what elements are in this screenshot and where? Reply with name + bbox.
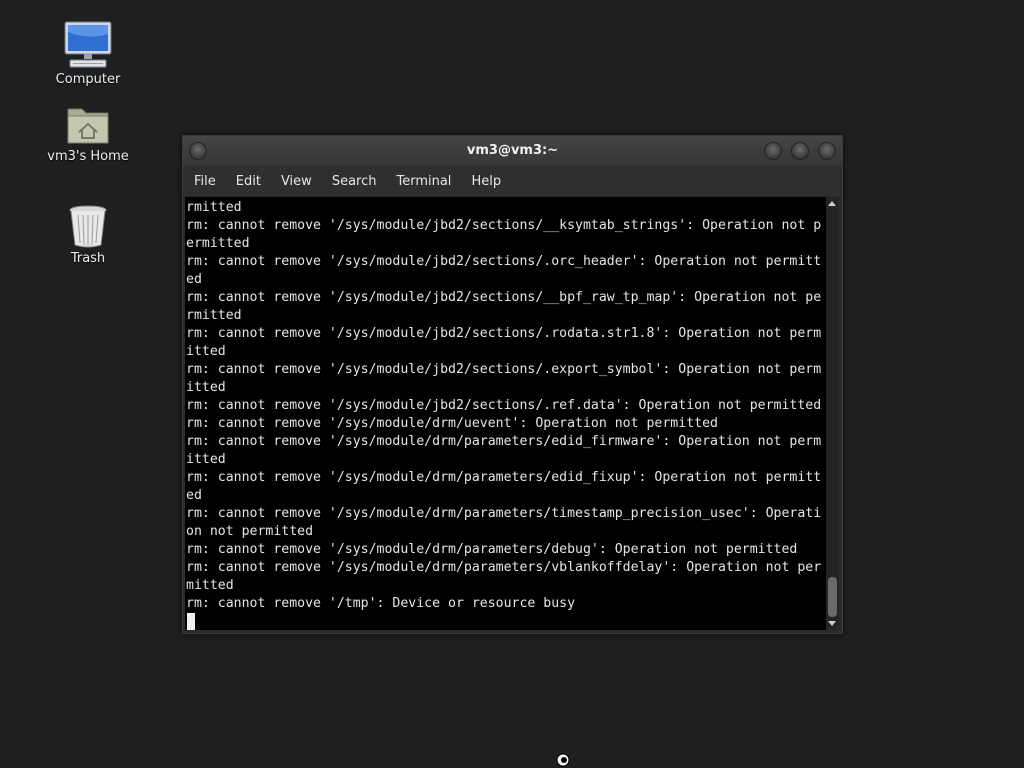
terminal-line: mitted <box>186 578 234 593</box>
window-title: vm3@vm3:~ <box>466 143 559 158</box>
desktop: Computer vm3's Home Trash vm3@vm3:~ File… <box>0 0 1024 768</box>
terminal-line: rmitted <box>186 308 242 323</box>
terminal-line: rm: cannot remove '/sys/module/jbd2/sect… <box>186 362 822 377</box>
scroll-up-arrow-icon[interactable] <box>828 201 836 206</box>
desktop-icon-label: Computer <box>55 72 121 87</box>
terminal-line: rm: cannot remove '/sys/module/jbd2/sect… <box>186 254 822 269</box>
terminal-line: rm: cannot remove '/sys/module/drm/ueven… <box>186 416 718 431</box>
terminal-line: rm: cannot remove '/sys/module/drm/param… <box>186 506 822 521</box>
desktop-icon-computer[interactable]: Computer <box>38 20 138 87</box>
terminal-line: ed <box>186 272 202 287</box>
busy-pointer-icon <box>556 753 570 767</box>
desktop-icon-label: vm3's Home <box>47 149 129 164</box>
computer-icon <box>64 21 112 68</box>
terminal-line: rm: cannot remove '/sys/module/jbd2/sect… <box>186 326 822 341</box>
terminal-output[interactable]: rmitted rm: cannot remove '/sys/module/j… <box>185 197 826 630</box>
menu-edit[interactable]: Edit <box>229 171 268 192</box>
terminal-line: rm: cannot remove '/sys/module/drm/param… <box>186 560 822 575</box>
terminal-line: rm: cannot remove '/sys/module/drm/param… <box>186 434 822 449</box>
maximize-button[interactable] <box>791 142 809 160</box>
terminal-line: rm: cannot remove '/sys/module/jbd2/sect… <box>186 290 822 305</box>
home-folder-icon <box>67 108 109 144</box>
text-cursor <box>187 613 195 630</box>
terminal-scrollbar[interactable] <box>826 197 839 630</box>
menu-file[interactable]: File <box>187 171 223 192</box>
terminal-line: rm: cannot remove '/sys/module/drm/param… <box>186 542 798 557</box>
window-titlebar[interactable]: vm3@vm3:~ <box>183 136 842 166</box>
scroll-down-arrow-icon[interactable] <box>828 621 836 626</box>
trash-icon <box>69 205 107 248</box>
desktop-icon-home[interactable]: vm3's Home <box>38 101 138 164</box>
menu-search[interactable]: Search <box>325 171 384 192</box>
menubar: File Edit View Search Terminal Help <box>183 166 842 196</box>
terminal-line: ermitted <box>186 236 250 251</box>
terminal-line: ed <box>186 488 202 503</box>
menu-view[interactable]: View <box>274 171 319 192</box>
terminal-line: rmitted <box>186 200 242 215</box>
terminal-line: rm: cannot remove '/sys/module/jbd2/sect… <box>186 218 822 233</box>
menu-help[interactable]: Help <box>464 171 508 192</box>
menu-terminal[interactable]: Terminal <box>389 171 458 192</box>
terminal-line: rm: cannot remove '/sys/module/drm/param… <box>186 470 822 485</box>
scroll-thumb[interactable] <box>828 577 837 617</box>
terminal-line: rm: cannot remove '/sys/module/jbd2/sect… <box>186 398 822 413</box>
terminal-text: rmitted rm: cannot remove '/sys/module/j… <box>185 197 826 630</box>
terminal-line: rm: cannot remove '/tmp': Device or reso… <box>186 596 576 611</box>
minimize-button[interactable] <box>764 142 782 160</box>
desktop-icon-trash[interactable]: Trash <box>38 203 138 266</box>
close-button[interactable] <box>818 142 836 160</box>
terminal-window[interactable]: vm3@vm3:~ File Edit View Search Terminal… <box>182 135 843 634</box>
terminal-line: itted <box>186 344 226 359</box>
terminal-line: itted <box>186 380 226 395</box>
desktop-icon-label: Trash <box>70 251 106 266</box>
terminal-line: on not permitted <box>186 524 314 539</box>
terminal-line: itted <box>186 452 226 467</box>
